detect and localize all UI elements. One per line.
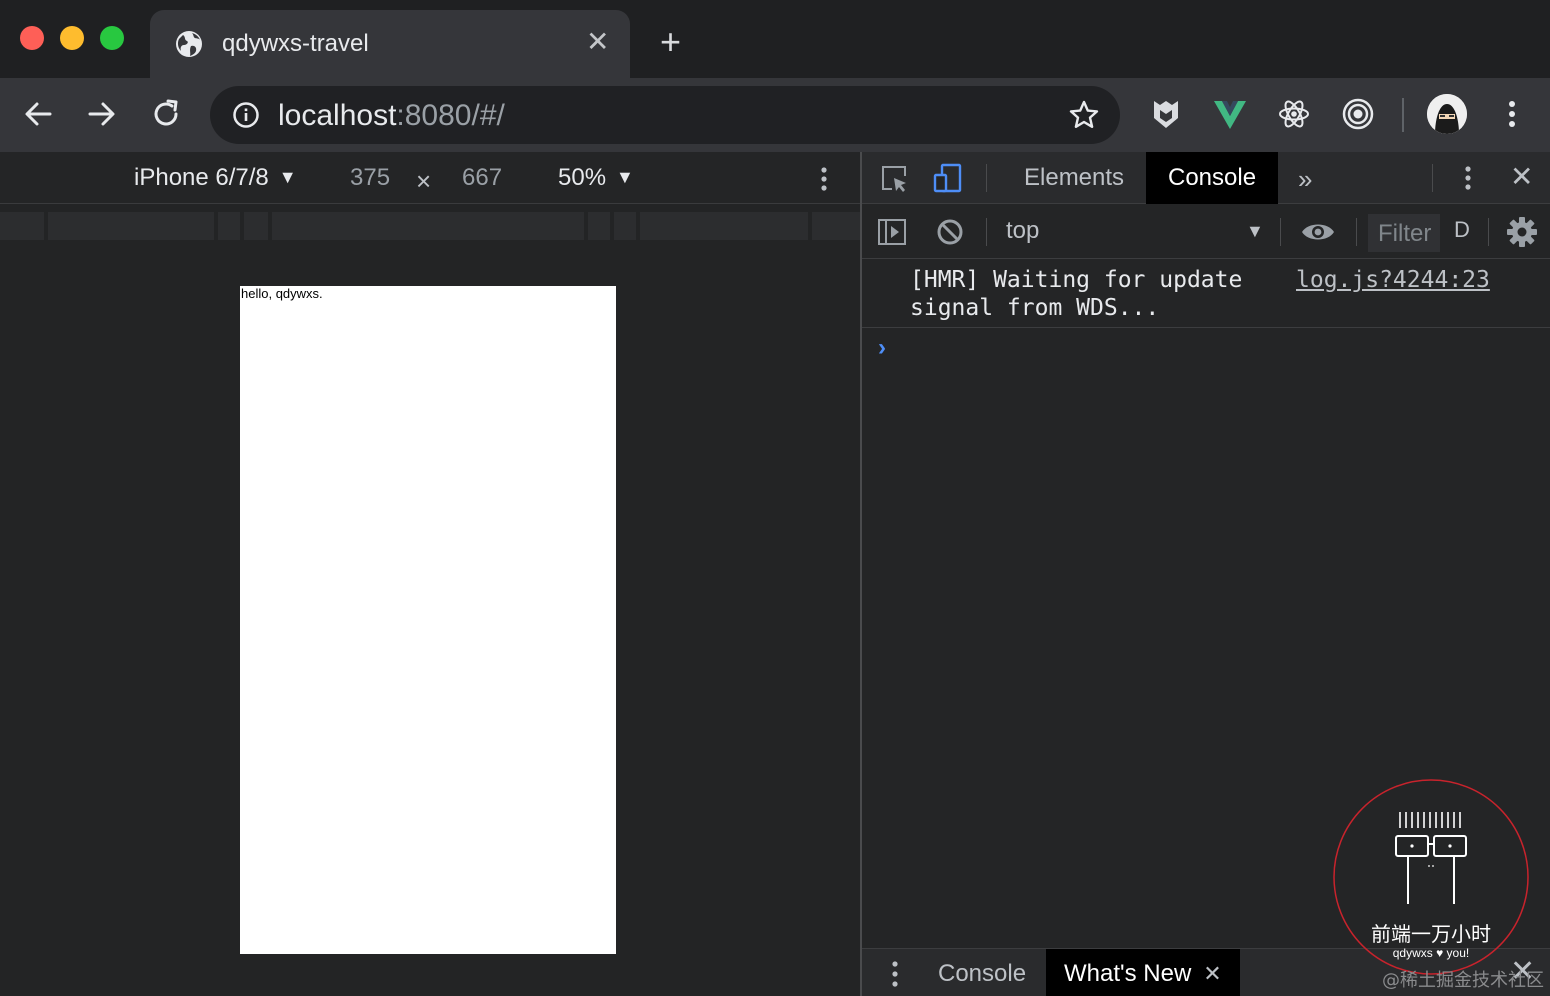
target-extension-icon[interactable] bbox=[1340, 96, 1376, 132]
toolbar-separator bbox=[986, 218, 987, 246]
vue-devtools-icon[interactable] bbox=[1212, 96, 1248, 132]
watermark-title: 前端一万小时 bbox=[1371, 922, 1491, 946]
avatar[interactable] bbox=[1427, 94, 1467, 134]
device-label: iPhone 6/7/8 bbox=[134, 164, 269, 191]
browser-tab[interactable]: qdywxs-travel ✕ bbox=[150, 10, 630, 78]
console-source-link[interactable]: log.js?4244:23 bbox=[1296, 266, 1490, 294]
page-text: hello, qdywxs. bbox=[241, 286, 323, 301]
drawer-tab-close-button[interactable]: ✕ bbox=[1203, 961, 1221, 986]
filter-input[interactable]: Filter bbox=[1368, 214, 1440, 252]
caret-down-icon[interactable]: ▼ bbox=[1246, 221, 1264, 242]
device-toolbar: iPhone 6/7/8 ▼ 375 × 667 50% ▼ bbox=[0, 152, 860, 204]
console-message-text: [HMR] Waiting for update signal from WDS… bbox=[910, 267, 1243, 321]
url-host: localhost bbox=[278, 99, 397, 132]
devtools-close-button[interactable]: ✕ bbox=[1510, 160, 1533, 193]
tab-elements[interactable]: Elements bbox=[1002, 152, 1146, 204]
device-toggle-icon[interactable] bbox=[932, 162, 964, 194]
media-query-bar[interactable] bbox=[0, 212, 860, 240]
console-toolbar: top ▼ Filter D bbox=[862, 205, 1550, 259]
console-prompt[interactable]: › bbox=[878, 334, 886, 362]
width-input[interactable]: 375 bbox=[350, 164, 390, 192]
caret-down-icon: ▼ bbox=[278, 167, 297, 187]
caret-down-icon: ▼ bbox=[616, 167, 634, 187]
back-arrow-icon[interactable] bbox=[20, 96, 56, 132]
toolbar-separator bbox=[1488, 218, 1489, 246]
watermark-subtitle: qdywxs ♥ you! bbox=[1392, 946, 1470, 960]
react-devtools-icon[interactable] bbox=[1276, 96, 1312, 132]
more-tabs-icon[interactable]: » bbox=[1298, 164, 1312, 195]
shield-extension-icon[interactable] bbox=[1148, 96, 1184, 132]
devtools-menu-icon[interactable] bbox=[1456, 162, 1480, 194]
tab-close-button[interactable]: ✕ bbox=[586, 28, 609, 56]
watermark-site-label: @稀土掘金技术社区 bbox=[1382, 970, 1544, 991]
zoom-select[interactable]: 50% ▼ bbox=[558, 164, 634, 192]
dimension-separator: × bbox=[416, 166, 432, 196]
show-sidebar-icon[interactable] bbox=[876, 216, 908, 248]
zoom-label: 50% bbox=[558, 164, 607, 191]
tab-title: qdywxs-travel bbox=[222, 30, 369, 57]
filter-placeholder: Filter bbox=[1378, 220, 1432, 247]
reload-icon[interactable] bbox=[148, 96, 184, 132]
watermark-logo: 前端一万小时 qdywxs ♥ you! bbox=[1332, 778, 1530, 976]
toolbar-separator bbox=[1432, 164, 1433, 192]
profile-picture-icon bbox=[1427, 94, 1467, 134]
window-minimize-button[interactable] bbox=[60, 26, 84, 50]
live-expression-eye-icon[interactable] bbox=[1300, 216, 1336, 248]
device-viewport[interactable]: hello, qdywxs. bbox=[240, 286, 616, 954]
forward-arrow-icon[interactable] bbox=[84, 96, 120, 132]
inspect-element-icon[interactable] bbox=[878, 162, 910, 194]
bookmark-star-icon[interactable] bbox=[1068, 99, 1100, 131]
device-select[interactable]: iPhone 6/7/8 ▼ bbox=[134, 164, 297, 192]
drawer-tab-whats-new[interactable]: What's New ✕ bbox=[1046, 949, 1240, 996]
toolbar-separator bbox=[1356, 218, 1357, 246]
toolbar-separator bbox=[986, 164, 987, 192]
info-icon[interactable] bbox=[232, 101, 260, 129]
globe-icon bbox=[176, 31, 202, 57]
drawer-tab-console[interactable]: Console bbox=[920, 949, 1044, 996]
new-tab-button[interactable]: + bbox=[660, 24, 681, 60]
toolbar-divider bbox=[1402, 98, 1404, 132]
url-text: localhost:8080/#/ bbox=[278, 99, 505, 133]
clear-console-icon[interactable] bbox=[934, 216, 966, 248]
more-options-icon[interactable] bbox=[812, 164, 836, 194]
console-message: [HMR] Waiting for update signal from WDS… bbox=[862, 260, 1550, 328]
url-path: :8080/#/ bbox=[396, 99, 505, 132]
device-emulation-pane: iPhone 6/7/8 ▼ 375 × 667 50% ▼ hello, qdyw… bbox=[0, 152, 860, 996]
devtools-tabbar: Elements Console » ✕ bbox=[862, 152, 1550, 204]
address-bar[interactable]: localhost:8080/#/ bbox=[210, 86, 1120, 144]
drawer-tab-label: What's New bbox=[1064, 960, 1192, 987]
window-close-button[interactable] bbox=[20, 26, 44, 50]
browser-toolbar: localhost:8080/#/ bbox=[0, 78, 1550, 152]
title-bar: qdywxs-travel ✕ + bbox=[0, 0, 1550, 78]
settings-gear-icon[interactable] bbox=[1506, 216, 1538, 248]
toolbar-separator bbox=[1280, 218, 1281, 246]
height-input[interactable]: 667 bbox=[462, 164, 502, 192]
tab-console[interactable]: Console bbox=[1146, 152, 1279, 204]
window-maximize-button[interactable] bbox=[100, 26, 124, 50]
drawer-menu-icon[interactable] bbox=[888, 959, 902, 989]
context-select[interactable]: top bbox=[1006, 217, 1039, 245]
log-levels-select[interactable]: D bbox=[1454, 217, 1470, 243]
browser-menu-icon[interactable] bbox=[1500, 96, 1524, 132]
